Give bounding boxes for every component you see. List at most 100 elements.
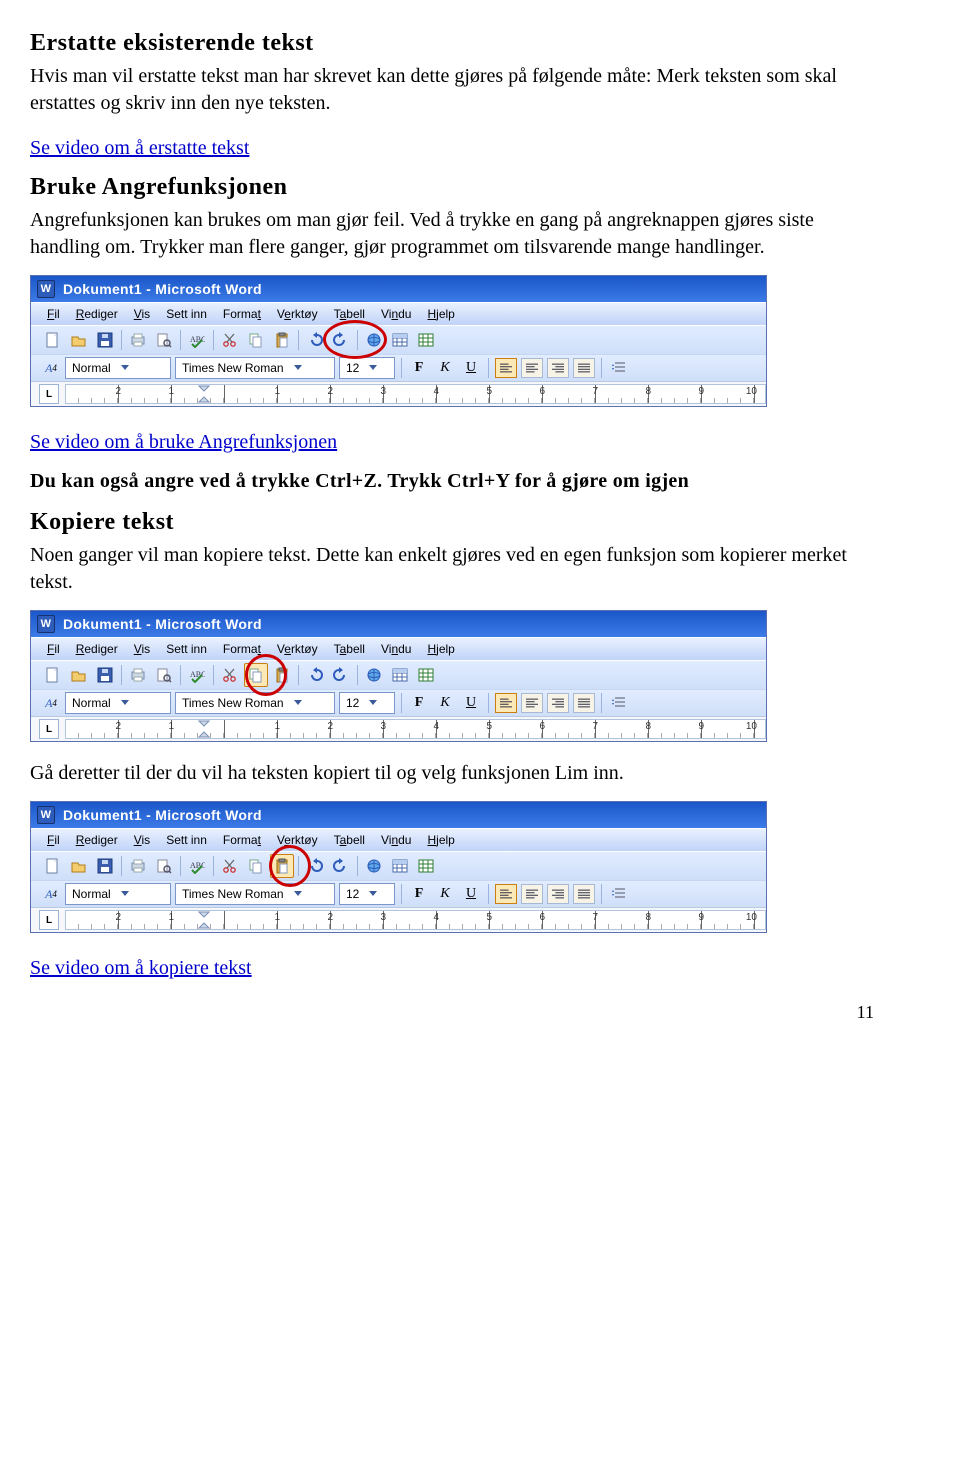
menu-hjelp[interactable]: Hjelp — [427, 833, 454, 847]
indent-marker-icon[interactable] — [198, 720, 210, 739]
table-icon[interactable] — [388, 854, 412, 878]
link-video-erstatte[interactable]: Se video om å erstatte tekst — [30, 137, 249, 160]
menu-settinn[interactable]: Sett inn — [166, 833, 207, 847]
menu-vindu[interactable]: Vindu — [381, 307, 412, 321]
size-dropdown[interactable]: 12 — [339, 883, 395, 905]
menu-format[interactable]: Format — [223, 307, 261, 321]
menu-vis[interactable]: Vis — [134, 833, 150, 847]
save-icon[interactable] — [93, 328, 117, 352]
underline-button[interactable]: U — [460, 358, 482, 378]
bold-button[interactable]: F — [408, 693, 430, 713]
font-dropdown[interactable]: Times New Roman — [175, 357, 335, 379]
preview-icon[interactable] — [152, 328, 176, 352]
spell-icon[interactable]: ABC — [185, 854, 209, 878]
menu-fil[interactable]: Fil — [47, 307, 60, 321]
spell-icon[interactable]: ABC — [185, 663, 209, 687]
line-spacing-icon[interactable] — [608, 882, 632, 906]
line-spacing-icon[interactable] — [608, 691, 632, 715]
horizontal-ruler[interactable] — [65, 384, 766, 404]
new-doc-icon[interactable] — [41, 854, 65, 878]
menu-hjelp[interactable]: Hjelp — [427, 642, 454, 656]
align-right-icon[interactable] — [547, 693, 569, 713]
new-doc-icon[interactable] — [41, 328, 65, 352]
menu-vis[interactable]: Vis — [134, 642, 150, 656]
hyperlink-icon[interactable] — [362, 854, 386, 878]
bold-button[interactable]: F — [408, 358, 430, 378]
menu-rediger[interactable]: Rediger — [76, 307, 118, 321]
horizontal-ruler[interactable] — [65, 910, 766, 930]
copy-icon[interactable] — [244, 328, 268, 352]
menu-rediger[interactable]: Rediger — [76, 833, 118, 847]
redo-icon[interactable] — [329, 854, 353, 878]
size-dropdown[interactable]: 12 — [339, 357, 395, 379]
menu-hjelp[interactable]: Hjelp — [427, 307, 454, 321]
redo-icon[interactable] — [329, 663, 353, 687]
italic-button[interactable]: K — [434, 693, 456, 713]
undo-icon[interactable] — [303, 328, 327, 352]
print-icon[interactable] — [126, 328, 150, 352]
align-left-icon[interactable] — [495, 358, 517, 378]
align-right-icon[interactable] — [547, 358, 569, 378]
save-icon[interactable] — [93, 854, 117, 878]
link-video-angre[interactable]: Se video om å bruke Angrefunksjonen — [30, 431, 337, 454]
menu-vis[interactable]: Vis — [134, 307, 150, 321]
menu-tabell[interactable]: Tabell — [334, 307, 365, 321]
open-icon[interactable] — [67, 854, 91, 878]
menu-tabell[interactable]: Tabell — [334, 833, 365, 847]
undo-icon[interactable] — [303, 663, 327, 687]
underline-button[interactable]: U — [460, 884, 482, 904]
style-dropdown[interactable]: Normal — [65, 883, 171, 905]
undo-icon[interactable] — [303, 854, 327, 878]
align-center-icon[interactable] — [521, 884, 543, 904]
paste-icon[interactable] — [270, 328, 294, 352]
align-justify-icon[interactable] — [573, 358, 595, 378]
menu-tabell[interactable]: Tabell — [334, 642, 365, 656]
excel-icon[interactable] — [414, 854, 438, 878]
align-center-icon[interactable] — [521, 358, 543, 378]
indent-marker-icon[interactable] — [198, 911, 210, 930]
style-dropdown[interactable]: Normal — [65, 692, 171, 714]
menu-fil[interactable]: Fil — [47, 642, 60, 656]
menu-verktoy[interactable]: Verktøy — [277, 642, 318, 656]
align-left-icon[interactable] — [495, 693, 517, 713]
menu-vindu[interactable]: Vindu — [381, 833, 412, 847]
menu-rediger[interactable]: Rediger — [76, 642, 118, 656]
paste-icon[interactable] — [270, 663, 294, 687]
tab-selector[interactable]: L — [39, 910, 59, 930]
menu-settinn[interactable]: Sett inn — [166, 307, 207, 321]
cut-icon[interactable] — [218, 663, 242, 687]
paste-icon[interactable] — [270, 854, 294, 878]
bold-button[interactable]: F — [408, 884, 430, 904]
preview-icon[interactable] — [152, 854, 176, 878]
italic-button[interactable]: K — [434, 884, 456, 904]
redo-icon[interactable] — [329, 328, 353, 352]
cut-icon[interactable] — [218, 328, 242, 352]
hyperlink-icon[interactable] — [362, 328, 386, 352]
horizontal-ruler[interactable] — [65, 719, 766, 739]
table-icon[interactable] — [388, 663, 412, 687]
open-icon[interactable] — [67, 663, 91, 687]
print-icon[interactable] — [126, 663, 150, 687]
font-dropdown[interactable]: Times New Roman — [175, 692, 335, 714]
size-dropdown[interactable]: 12 — [339, 692, 395, 714]
copy-icon[interactable] — [244, 854, 268, 878]
menu-fil[interactable]: Fil — [47, 833, 60, 847]
align-justify-icon[interactable] — [573, 693, 595, 713]
print-icon[interactable] — [126, 854, 150, 878]
style-dropdown[interactable]: Normal — [65, 357, 171, 379]
align-justify-icon[interactable] — [573, 884, 595, 904]
cut-icon[interactable] — [218, 854, 242, 878]
tab-selector[interactable]: L — [39, 719, 59, 739]
excel-icon[interactable] — [414, 663, 438, 687]
font-dropdown[interactable]: Times New Roman — [175, 883, 335, 905]
open-icon[interactable] — [67, 328, 91, 352]
spell-icon[interactable]: ABC — [185, 328, 209, 352]
align-center-icon[interactable] — [521, 693, 543, 713]
menu-vindu[interactable]: Vindu — [381, 642, 412, 656]
copy-icon[interactable] — [244, 663, 268, 687]
underline-button[interactable]: U — [460, 693, 482, 713]
tab-selector[interactable]: L — [39, 384, 59, 404]
italic-button[interactable]: K — [434, 358, 456, 378]
table-icon[interactable] — [388, 328, 412, 352]
indent-marker-icon[interactable] — [198, 385, 210, 404]
